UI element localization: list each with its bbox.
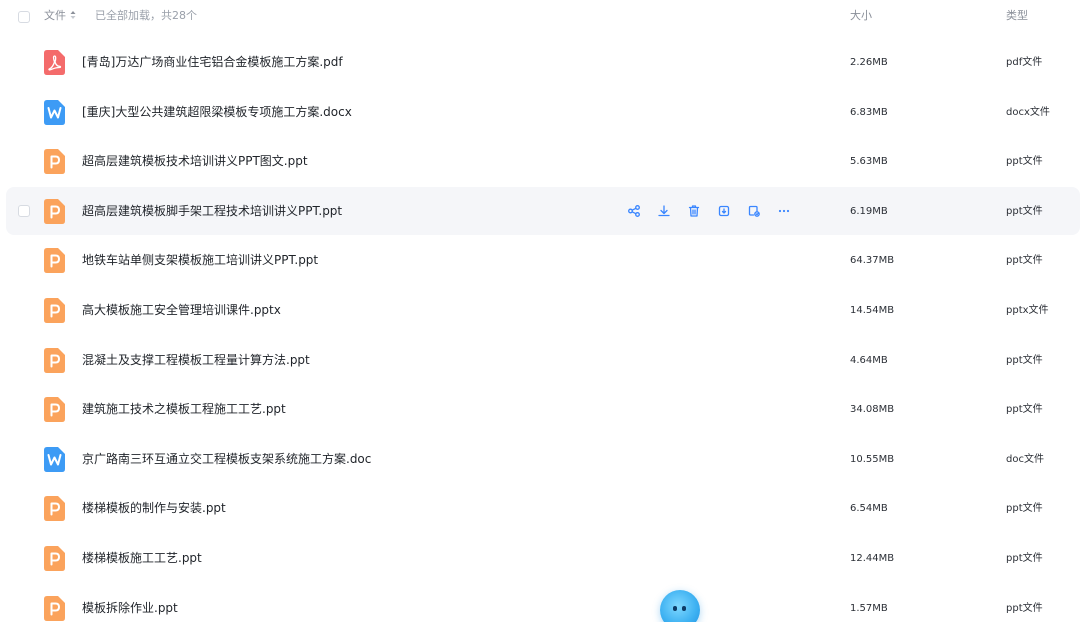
file-type: ppt文件 [1006, 503, 1043, 515]
file-row[interactable]: 超高层建筑模板脚手架工程技术培训讲义PPT.ppt 6.19MB ppt文件 [6, 186, 1080, 235]
ppt-icon [44, 149, 65, 175]
file-name[interactable]: 混凝土及支撑工程模板工程量计算方法.ppt [82, 353, 310, 368]
file-row[interactable]: 京广路南三环互通立交工程模板支架系统施工方案.doc 10.55MB doc文件 [6, 435, 1080, 483]
file-size: 6.19MB [850, 205, 888, 217]
move-icon[interactable] [746, 203, 762, 219]
file-row[interactable]: 建筑施工技术之模板工程施工工艺.ppt 34.08MB ppt文件 [6, 385, 1080, 433]
file-size: 4.64MB [850, 354, 888, 366]
file-name[interactable]: 楼梯模板的制作与安装.ppt [82, 501, 226, 516]
file-row[interactable]: 楼梯模板的制作与安装.ppt 6.54MB ppt文件 [6, 484, 1080, 532]
column-header-type[interactable]: 类型 [1006, 9, 1028, 23]
file-size: 5.63MB [850, 156, 888, 168]
ppt-icon [44, 397, 65, 423]
assistant-mascot-icon[interactable] [660, 590, 700, 622]
file-type: ppt文件 [1006, 404, 1043, 416]
ppt-icon [44, 298, 65, 323]
file-row[interactable]: [青岛]万达广场商业住宅铝合金模板施工方案.pdf 2.26MB pdf文件 [6, 38, 1080, 86]
file-size: 14.54MB [850, 305, 895, 316]
file-size: 2.26MB [850, 57, 888, 68]
more-icon[interactable] [776, 203, 792, 219]
file-type: doc文件 [1006, 453, 1044, 465]
row-actions [626, 203, 806, 219]
file-row[interactable]: 混凝土及支撑工程模板工程量计算方法.ppt 4.64MB ppt文件 [6, 336, 1080, 384]
pdf-icon [44, 50, 65, 75]
file-name[interactable]: 楼梯模板施工工艺.ppt [82, 551, 202, 566]
file-size: 1.57MB [850, 602, 888, 614]
ppt-icon [44, 347, 65, 373]
file-size: 10.55MB [850, 453, 895, 465]
ppt-icon [44, 248, 65, 274]
download-icon[interactable] [656, 203, 672, 219]
file-list-page: 文件 已全部加载，共28个 大小 类型 [青岛]万达广场商业住宅铝合金模板施工方… [0, 0, 1080, 622]
file-name[interactable]: 超高层建筑模板脚手架工程技术培训讲义PPT.ppt [82, 204, 342, 219]
file-size: 34.08MB [850, 404, 895, 416]
word-icon [44, 99, 65, 125]
delete-icon[interactable] [686, 203, 702, 219]
file-row[interactable]: 地铁车站单侧支架模板施工培训讲义PPT.ppt 64.37MB ppt文件 [6, 236, 1080, 284]
ppt-icon [44, 546, 65, 571]
file-type: pptx文件 [1006, 305, 1049, 316]
file-name[interactable]: 模板拆除作业.ppt [82, 601, 178, 616]
file-type: ppt文件 [1006, 354, 1043, 366]
file-name[interactable]: [青岛]万达广场商业住宅铝合金模板施工方案.pdf [82, 55, 343, 70]
row-checkbox[interactable] [18, 204, 30, 217]
file-size: 6.83MB [850, 106, 888, 118]
column-header-size[interactable]: 大小 [850, 9, 872, 23]
file-name[interactable]: 超高层建筑模板技术培训讲义PPT图文.ppt [82, 154, 308, 169]
file-name[interactable]: 地铁车站单侧支架模板施工培训讲义PPT.ppt [82, 253, 318, 268]
file-name[interactable]: 高大模板施工安全管理培训课件.pptx [82, 303, 281, 318]
list-header: 文件 已全部加载，共28个 大小 类型 [0, 0, 1080, 34]
file-type: docx文件 [1006, 106, 1050, 118]
file-size: 6.54MB [850, 503, 888, 515]
ppt-icon [44, 595, 65, 621]
file-name[interactable]: 京广路南三环互通立交工程模板支架系统施工方案.doc [82, 452, 371, 467]
file-size: 12.44MB [850, 553, 895, 564]
column-header-name[interactable]: 文件 [44, 9, 66, 23]
file-type: ppt文件 [1006, 553, 1043, 564]
file-name[interactable]: [重庆]大型公共建筑超限梁模板专项施工方案.docx [82, 105, 352, 120]
select-all-checkbox[interactable] [18, 11, 30, 23]
share-icon[interactable] [626, 203, 642, 219]
file-row[interactable]: 楼梯模板施工工艺.ppt 12.44MB ppt文件 [6, 534, 1080, 582]
file-size: 64.37MB [850, 255, 895, 267]
file-type: ppt文件 [1006, 205, 1043, 217]
copy-icon[interactable] [716, 203, 732, 219]
ppt-icon [44, 496, 65, 522]
file-type: ppt文件 [1006, 255, 1043, 267]
sort-icon[interactable] [70, 9, 76, 21]
word-icon [44, 446, 65, 472]
load-status: 已全部加载，共28个 [95, 9, 197, 22]
file-row[interactable]: 模板拆除作业.ppt 1.57MB ppt文件 [6, 584, 1080, 622]
file-row[interactable]: [重庆]大型公共建筑超限梁模板专项施工方案.docx 6.83MB docx文件 [6, 88, 1080, 136]
file-row[interactable]: 超高层建筑模板技术培训讲义PPT图文.ppt 5.63MB ppt文件 [6, 137, 1080, 185]
file-row[interactable]: 高大模板施工安全管理培训课件.pptx 14.54MB pptx文件 [6, 286, 1080, 334]
file-name[interactable]: 建筑施工技术之模板工程施工工艺.ppt [82, 402, 286, 417]
file-type: ppt文件 [1006, 602, 1043, 614]
file-type: ppt文件 [1006, 156, 1043, 168]
file-type: pdf文件 [1006, 57, 1043, 68]
ppt-icon [44, 198, 65, 224]
